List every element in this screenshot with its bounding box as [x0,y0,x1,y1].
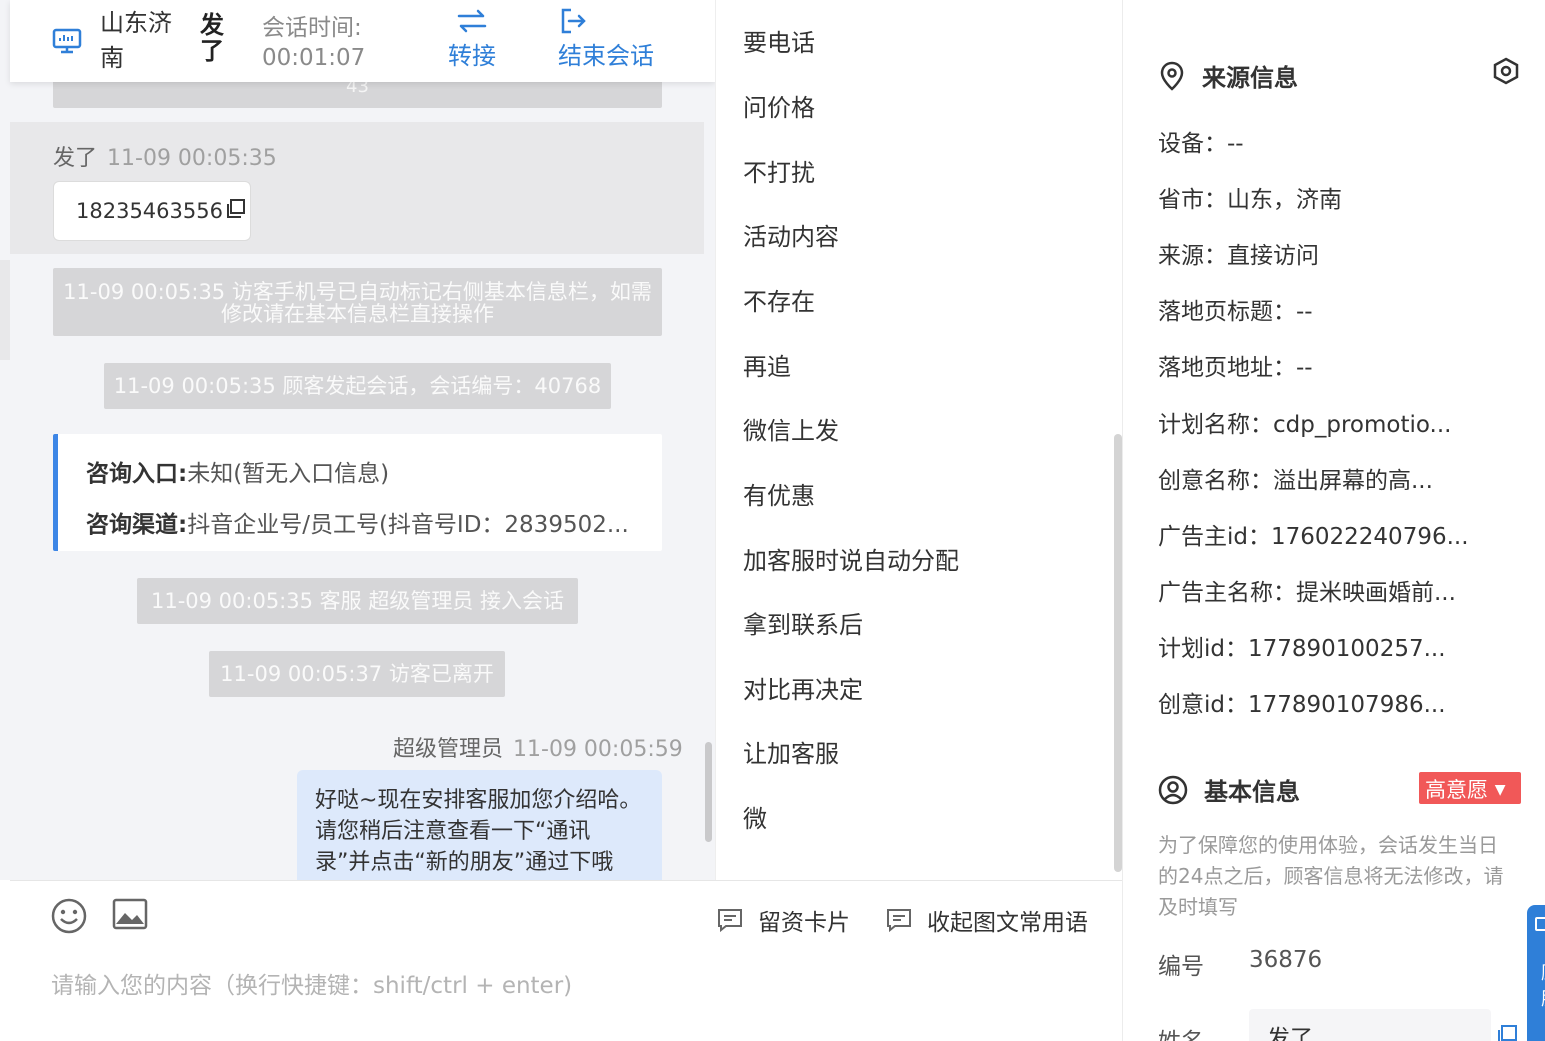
source-channel: 来源：直接访问 [1158,243,1319,269]
phrase-item[interactable]: 微信上发 [743,411,839,446]
eye-icon[interactable] [1491,56,1521,86]
phone-number: 18235463556 [76,199,223,223]
system-message-visitor-left: 11-09 00:05:37 访客已离开 [209,651,505,697]
phrase-item[interactable]: 加客服时说自动分配 [743,541,959,576]
number-label: 编号 [1158,954,1204,980]
phrase-scrollbar[interactable] [1114,434,1122,872]
left-edge-tab[interactable] [0,260,10,360]
message-input[interactable]: 请输入您的内容（换行快捷键：shift/ctrl + enter) [51,966,572,1000]
transfer-icon [457,9,487,33]
monitor-icon [52,28,82,54]
session-time-value: 00:01:07 [262,45,366,71]
phrase-item[interactable]: 要电话 [743,23,815,58]
intent-level-label: 高意愿 [1425,778,1488,802]
location-pin-icon [1160,61,1184,91]
agent-message-bubble: 好哒~现在安排客服加您介绍哈。请您稍后注意查看一下“通讯录”并点击“新的朋友”通… [297,770,662,880]
agent-sender: 超级管理员 [393,737,504,762]
collapse-phrases-label: 收起图文常用语 [927,910,1088,936]
source-device: 设备：-- [1158,131,1244,157]
name-field[interactable]: 发了 [1249,1009,1491,1041]
lead-card-label: 留资卡片 [758,910,850,936]
card-icon [718,909,742,933]
consult-entry-label: 咨询入口: [86,461,188,487]
consult-channel-label: 咨询渠道: [86,512,188,538]
visitor-location: 山东济南 [100,9,172,72]
chat-header: 山东济南 发了 会话时间: 00:01:07 转接 结束会话 [10,0,715,82]
end-session-label: 结束会话 [558,42,654,70]
source-landing-url: 落地页地址：-- [1158,355,1313,381]
chat-column: 43 发了 11-09 00:05:35 18235463556 11-09 00… [0,0,715,880]
name-label: 姓名 [1158,1022,1204,1041]
number-value: 36876 [1249,947,1323,973]
edit-notice: 为了保障您的使用体验，会话发生当日的24点之后，顾客信息将无法修改，请及时填写 [1158,833,1504,919]
visitor-message-meta: 发了 11-09 00:05:35 [53,140,277,172]
system-message-session-start: 11-09 00:05:35 顾客发起会话，会话编号：40768 [104,363,611,409]
intent-level-dropdown[interactable]: 高意愿 ▼ [1419,772,1521,804]
basic-info-label: 基本信息 [1204,778,1300,806]
consult-channel-row: 咨询渠道:抖音企业号/员工号(抖音号ID：2839502... [86,505,662,539]
consult-info-card: 咨询入口:未知(暂无入口信息) 咨询渠道:抖音企业号/员工号(抖音号ID：283… [53,434,662,551]
system-message-phone-marked: 11-09 00:05:35 访客手机号已自动标记右侧基本信息栏，如需修改请在基… [53,268,662,336]
source-info-title: 来源信息 [1158,58,1298,93]
phone-message-bubble: 18235463556 [53,181,251,241]
collapse-phrases-button[interactable]: 收起图文常用语 [885,903,1088,937]
transfer-label: 转接 [448,42,496,70]
visitor-message-time: 11-09 00:05:35 [107,146,277,171]
visitor-name: 发了 [200,11,224,65]
phrase-item[interactable]: 不打扰 [743,153,815,188]
phrase-item[interactable]: 拿到联系后 [743,605,863,640]
logout-icon [561,8,586,34]
source-advertiser-id: 广告主id：176022240796... [1158,524,1469,550]
source-info-label: 来源信息 [1202,64,1298,92]
copy-icon[interactable] [225,198,247,220]
floating-service-button[interactable]: 顾服 [1527,905,1545,1041]
agent-message-meta: 超级管理员 11-09 00:05:59 [393,731,683,763]
message-input-area: 留资卡片 收起图文常用语 请输入您的内容（换行快捷键：shift/ctrl + … [10,880,1122,1041]
session-time-label: 会话时间: [262,15,362,41]
phrase-item[interactable]: 对比再决定 [743,670,863,705]
source-province-city: 省市：山东，济南 [1158,187,1342,213]
floating-service-label: 顾服 [1541,961,1545,1013]
source-creative-name: 创意名称：溢出屏幕的高... [1158,468,1433,494]
consult-entry-row: 咨询入口:未知(暂无入口信息) [86,454,662,488]
consult-entry-value: 未知(暂无入口信息) [187,461,390,487]
copy-icon[interactable] [1495,1023,1519,1041]
lead-card-button[interactable]: 留资卡片 [716,903,850,937]
image-icon[interactable] [111,896,149,932]
emoji-icon[interactable] [51,898,87,934]
source-plan-id: 计划id：177890100257... [1158,636,1446,662]
phrase-item[interactable]: 让加客服 [743,734,839,769]
agent-message-time: 11-09 00:05:59 [513,737,683,762]
chat-workspace: 43 发了 11-09 00:05:35 18235463556 11-09 00… [0,0,1545,1041]
quick-phrase-panel: 要电话 问价格 不打扰 活动内容 不存在 再追 微信上发 有优惠 加客服时说自动… [715,0,1123,880]
phrase-item[interactable]: 有优惠 [743,476,815,511]
service-icon [1535,917,1545,931]
system-message-agent-joined: 11-09 00:05:35 客服 超级管理员 接入会话 [137,578,578,624]
phrase-item[interactable]: 不存在 [743,282,815,317]
message-icon [887,909,911,933]
phrase-item[interactable]: 问价格 [743,88,815,123]
source-advertiser-name: 广告主名称：提米映画婚前... [1158,580,1456,606]
phrase-item[interactable]: 活动内容 [743,217,839,252]
end-session-button[interactable]: 结束会话 [558,6,654,71]
source-landing-title: 落地页标题：-- [1158,299,1313,325]
visitor-sender: 发了 [53,146,98,171]
transfer-button[interactable]: 转接 [442,6,502,71]
source-creative-id: 创意id：177890107986... [1158,692,1446,718]
consult-channel-value: 抖音企业号/员工号(抖音号ID：2839502... [187,512,629,538]
visitor-info-panel: 来源信息 设备：-- 省市：山东，济南 来源：直接访问 落地页标题：-- 落地页… [1122,0,1545,1041]
basic-info-title: 基本信息 [1158,772,1300,807]
phrase-item[interactable]: 微 [743,799,767,834]
phrase-item[interactable]: 再追 [743,347,791,382]
chat-scrollbar[interactable] [705,742,712,842]
caret-down-icon: ▼ [1494,782,1506,798]
source-plan-name: 计划名称：cdp_promotio... [1158,412,1452,438]
user-circle-icon [1158,775,1188,804]
